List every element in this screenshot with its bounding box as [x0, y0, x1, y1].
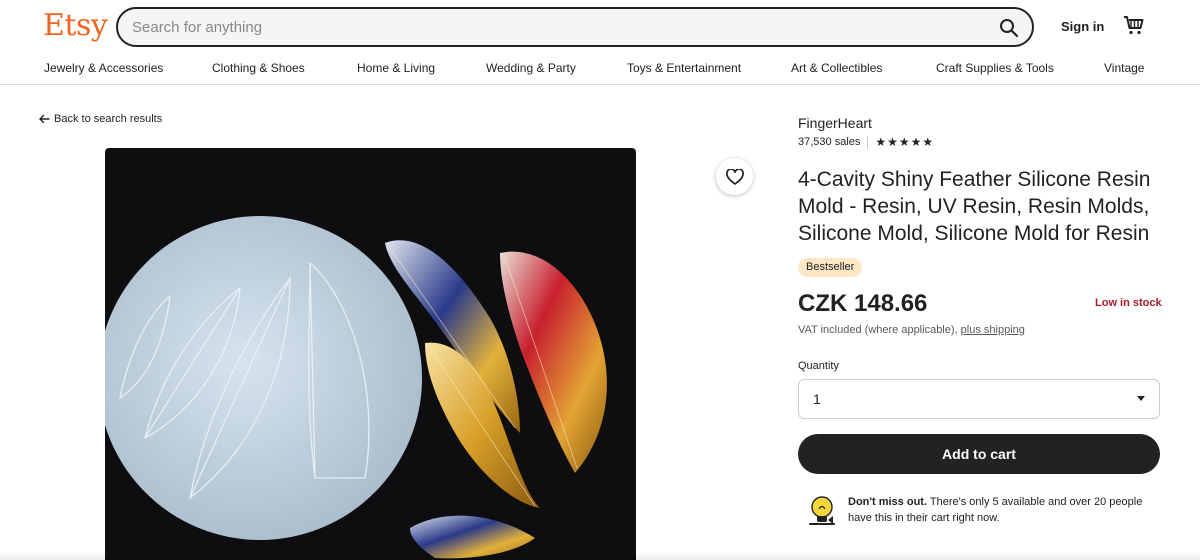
cart-icon	[1124, 16, 1144, 35]
favorite-button[interactable]	[716, 158, 753, 195]
scarcity-notice: Don't miss out. There's only 5 available…	[806, 494, 1166, 530]
category-art[interactable]: Art & Collectibles	[791, 61, 882, 75]
quantity-label: Quantity	[798, 360, 839, 372]
back-to-results-link[interactable]: Back to search results	[38, 113, 162, 125]
arrow-left-icon	[39, 114, 50, 124]
category-clothing[interactable]: Clothing & Shoes	[212, 61, 305, 75]
star-rating[interactable]: ★★★★★	[875, 135, 934, 149]
notice-text: Don't miss out. There's only 5 available…	[848, 494, 1148, 530]
search-input[interactable]	[132, 17, 972, 37]
sign-in-link[interactable]: Sign in	[1061, 19, 1104, 34]
heart-icon	[725, 168, 744, 185]
chevron-down-icon	[1137, 396, 1145, 401]
search-button[interactable]	[996, 15, 1022, 41]
category-vintage[interactable]: Vintage	[1104, 61, 1144, 75]
etsy-logo[interactable]: Etsy	[43, 8, 108, 43]
notice-headline: Don't miss out.	[848, 496, 928, 508]
price: CZK 148.66	[798, 290, 928, 317]
category-toys[interactable]: Toys & Entertainment	[627, 61, 741, 75]
shop-name-link[interactable]: FingerHeart	[798, 115, 872, 131]
add-to-cart-button[interactable]: Add to cart	[798, 434, 1160, 474]
vat-text: VAT included (where applicable),	[798, 324, 958, 336]
product-title: 4-Cavity Shiny Feather Silicone Resin Mo…	[798, 168, 1151, 245]
shop-stats: 37,530 sales ★★★★★	[798, 135, 934, 149]
search-bar	[116, 7, 1034, 47]
stock-status: Low in stock	[1095, 297, 1162, 309]
product-photo	[105, 216, 607, 559]
shipping-link[interactable]: plus shipping	[961, 324, 1025, 336]
product-image[interactable]	[105, 148, 636, 560]
category-wedding[interactable]: Wedding & Party	[486, 61, 576, 75]
divider	[867, 135, 869, 149]
cart-button[interactable]	[1122, 13, 1146, 37]
category-nav: Jewelry & Accessories Clothing & Shoes H…	[0, 56, 1200, 85]
category-jewelry[interactable]: Jewelry & Accessories	[44, 61, 163, 75]
sales-count: 37,530 sales	[798, 136, 861, 148]
quantity-value: 1	[813, 391, 821, 407]
category-home[interactable]: Home & Living	[357, 61, 435, 75]
lightbulb-icon	[809, 496, 835, 525]
search-icon	[1000, 19, 1019, 38]
vat-info: VAT included (where applicable), plus sh…	[798, 324, 1025, 336]
category-craft[interactable]: Craft Supplies & Tools	[936, 61, 1054, 75]
bestseller-badge: Bestseller	[798, 258, 863, 277]
back-link-label: Back to search results	[54, 113, 163, 125]
site-header: Etsy Sign in	[0, 0, 1200, 56]
quantity-select[interactable]: 1	[798, 379, 1160, 419]
bottom-shadow	[0, 552, 1200, 560]
